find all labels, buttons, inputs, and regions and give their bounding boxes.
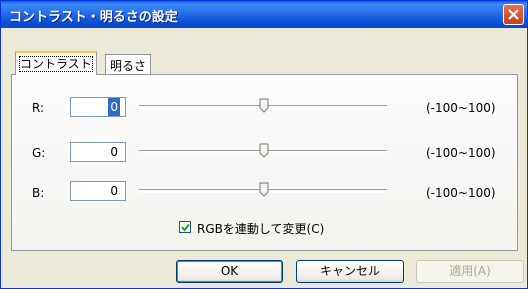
slider-thumb-icon[interactable] <box>259 143 269 158</box>
r-value-input[interactable]: 0 <box>70 97 126 117</box>
cancel-button[interactable]: キャンセル <box>296 260 404 283</box>
slider-thumb-icon[interactable] <box>259 182 269 197</box>
checkmark-icon <box>181 223 190 232</box>
g-range: (-100~100) <box>426 146 496 160</box>
ok-button[interactable]: OK <box>176 260 283 283</box>
r-range: (-100~100) <box>426 101 496 115</box>
g-label: G: <box>32 146 46 160</box>
g-value: 0 <box>110 145 118 159</box>
apply-button[interactable]: 適用(A) <box>416 260 524 283</box>
b-value-input[interactable]: 0 <box>70 181 126 201</box>
b-range: (-100~100) <box>426 186 496 200</box>
link-rgb-checkbox[interactable] <box>179 221 191 233</box>
title-bar[interactable]: コントラスト・明るさの設定 <box>1 1 527 28</box>
dialog-window: コントラスト・明るさの設定 コントラスト 明るさ R: 0 (-100~100)… <box>0 0 528 289</box>
link-rgb-label[interactable]: RGBを連動して変更(C) <box>197 220 324 237</box>
g-value-input[interactable]: 0 <box>70 142 126 162</box>
tab-brightness[interactable]: 明るさ <box>105 54 152 74</box>
tab-contrast[interactable]: コントラスト <box>15 51 97 75</box>
b-label: B: <box>32 186 45 200</box>
r-value: 0 <box>108 98 120 116</box>
tab-brightness-label: 明るさ <box>110 59 147 73</box>
slider-thumb-icon[interactable] <box>259 98 269 113</box>
b-value: 0 <box>110 184 118 198</box>
window-title: コントラスト・明るさの設定 <box>9 10 178 25</box>
r-label: R: <box>32 101 45 115</box>
tab-contrast-label: コントラスト <box>19 56 93 72</box>
close-button[interactable] <box>503 4 524 25</box>
close-x-icon <box>508 9 519 20</box>
